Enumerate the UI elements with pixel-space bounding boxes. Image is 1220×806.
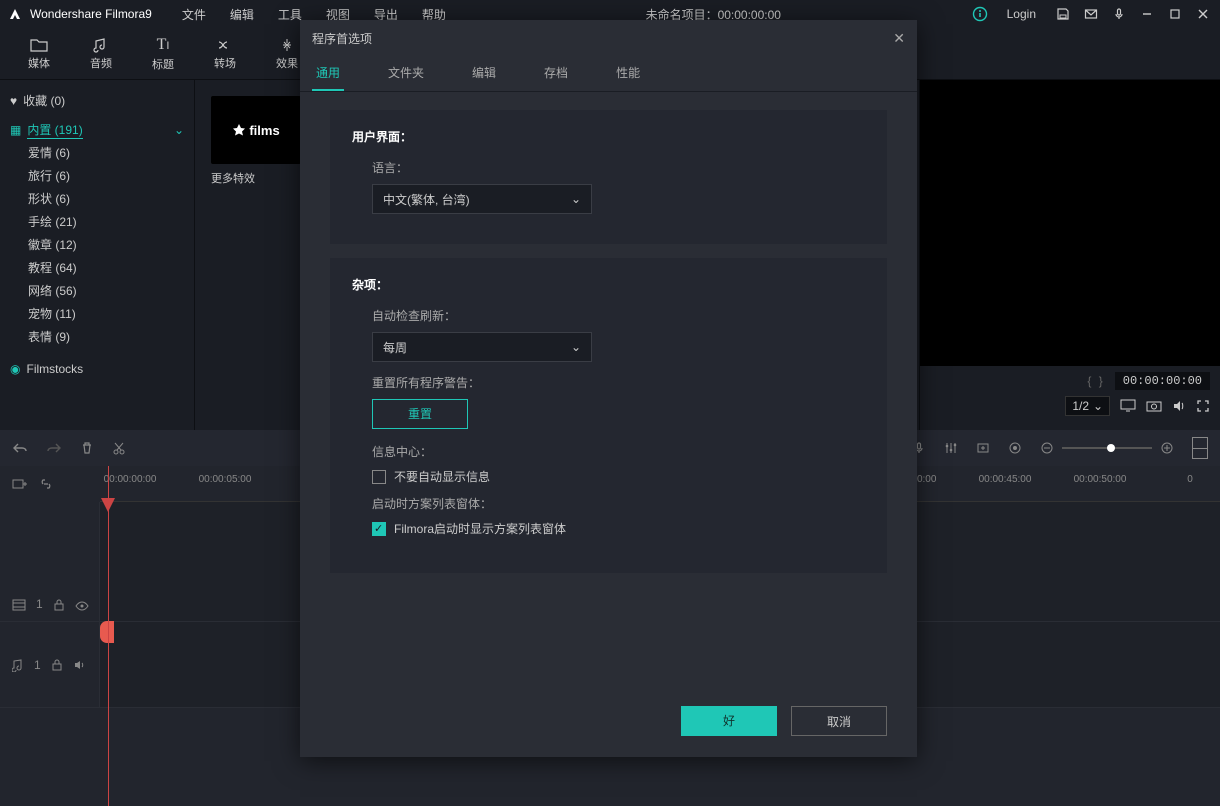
language-label: 语言： <box>372 159 865 176</box>
tab-edit[interactable]: 编辑 <box>468 56 500 91</box>
tab-general[interactable]: 通用 <box>312 56 344 91</box>
dialog-close-icon[interactable]: ✕ <box>893 30 905 47</box>
dialog-footer: 好 取消 <box>300 699 917 757</box>
checkbox-startup-row[interactable]: Filmora启动时显示方案列表窗体 <box>372 520 865 537</box>
ui-section-title: 用户界面： <box>352 128 865 145</box>
tab-performance[interactable]: 性能 <box>612 56 644 91</box>
dialog-body: 用户界面： 语言： 中文(繁体, 台湾) ⌄ 杂项： 自动检查刷新： 每周 ⌄ <box>300 92 917 699</box>
ok-button[interactable]: 好 <box>681 706 777 736</box>
dialog-overlay: 程序首选项 ✕ 通用 文件夹 编辑 存档 性能 用户界面： 语言： 中文(繁体,… <box>0 0 1220 793</box>
cancel-button[interactable]: 取消 <box>791 706 887 736</box>
tab-folders[interactable]: 文件夹 <box>384 56 428 91</box>
preferences-dialog: 程序首选项 ✕ 通用 文件夹 编辑 存档 性能 用户界面： 语言： 中文(繁体,… <box>300 20 917 757</box>
misc-section-title: 杂项： <box>352 276 865 293</box>
chevron-down-icon: ⌄ <box>571 192 581 206</box>
reset-button[interactable]: 重置 <box>372 399 468 429</box>
dialog-title: 程序首选项 <box>312 30 372 47</box>
infocenter-label: 信息中心： <box>372 443 865 460</box>
language-value: 中文(繁体, 台湾) <box>383 191 470 208</box>
tab-archive[interactable]: 存档 <box>540 56 572 91</box>
checkbox-noinfo-row[interactable]: 不要自动显示信息 <box>372 468 865 485</box>
autocheck-label: 自动检查刷新： <box>372 307 865 324</box>
language-select[interactable]: 中文(繁体, 台湾) ⌄ <box>372 184 592 214</box>
startup-label: 启动时方案列表窗体： <box>372 495 865 512</box>
autocheck-value: 每周 <box>383 339 407 356</box>
ui-section: 用户界面： 语言： 中文(繁体, 台湾) ⌄ <box>330 110 887 244</box>
reset-warnings-label: 重置所有程序警告： <box>372 374 865 391</box>
misc-section: 杂项： 自动检查刷新： 每周 ⌄ 重置所有程序警告： 重置 信息中心： 不要自动… <box>330 258 887 573</box>
chevron-down-icon: ⌄ <box>571 340 581 354</box>
checkbox-unchecked-icon[interactable] <box>372 470 386 484</box>
dialog-titlebar: 程序首选项 ✕ <box>300 20 917 56</box>
checkbox-startup-label: Filmora启动时显示方案列表窗体 <box>394 520 566 537</box>
dialog-tabs: 通用 文件夹 编辑 存档 性能 <box>300 56 917 92</box>
autocheck-select[interactable]: 每周 ⌄ <box>372 332 592 362</box>
checkbox-checked-icon[interactable] <box>372 522 386 536</box>
checkbox-noinfo-label: 不要自动显示信息 <box>394 468 490 485</box>
